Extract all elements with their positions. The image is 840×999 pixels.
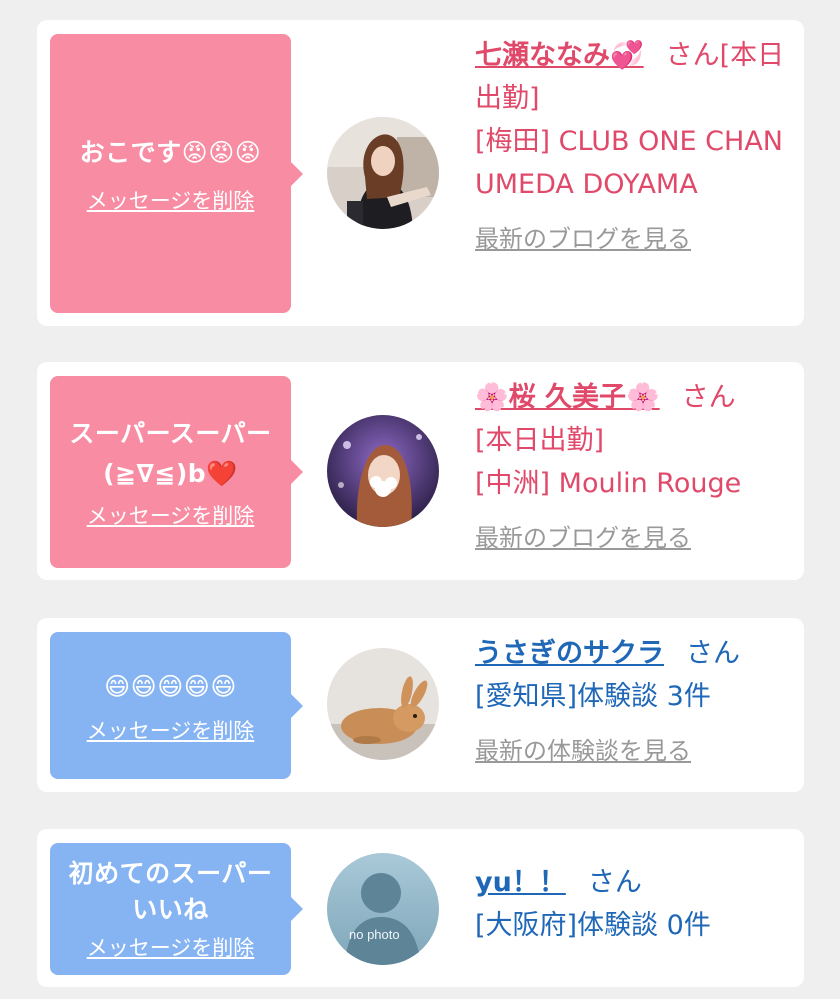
- delete-message-link[interactable]: メッセージを削除: [87, 500, 255, 530]
- sender-info: 🌸桜 久美子🌸 さん [本日出勤] [中洲] Moulin Rouge 最新のブロ…: [475, 376, 785, 560]
- latest-blog-link[interactable]: 最新のブログを見る: [475, 517, 691, 560]
- shop-name: [梅田] CLUB ONE CHAN UMEDA DOYAMA: [475, 126, 783, 200]
- notification-card: スーパースーパー (≧∇≦)b❤️ メッセージを削除 🌸桜 久美子🌸 さん [本日…: [37, 362, 804, 580]
- sender-name-link[interactable]: 七瀬ななみ💞: [475, 40, 644, 71]
- avatar[interactable]: no photo: [327, 853, 439, 965]
- latest-blog-link[interactable]: 最新のブログを見る: [475, 218, 691, 261]
- message-text: おこです😡😡😡: [79, 137, 262, 167]
- sender-info: 七瀬ななみ💞 さん[本日出勤] [梅田] CLUB ONE CHAN UMEDA …: [475, 34, 785, 261]
- sender-name-link[interactable]: 🌸桜 久美子🌸: [475, 382, 660, 413]
- review-count: [愛知県]体験談 3件: [475, 681, 711, 712]
- message-text: 初めてのスーパーいいね: [68, 859, 273, 924]
- notification-card: 初めてのスーパーいいね メッセージを削除 no photo yu！！ さん [大阪…: [37, 829, 804, 987]
- honorific: さん: [587, 867, 642, 898]
- sender-name-link[interactable]: うさぎのサクラ: [475, 638, 664, 669]
- delete-message-link[interactable]: メッセージを削除: [87, 715, 255, 745]
- sender-name-link[interactable]: yu！！: [475, 867, 566, 898]
- message-text: 😄😄😄😄😄: [104, 671, 237, 701]
- message-text: スーパースーパー (≧∇≦)b❤️: [69, 419, 272, 488]
- latest-review-link[interactable]: 最新の体験談を見る: [475, 730, 691, 773]
- avatar[interactable]: [327, 117, 439, 229]
- shop-name: [中洲] Moulin Rouge: [475, 468, 742, 499]
- avatar[interactable]: [327, 648, 439, 760]
- message-bubble: おこです😡😡😡 メッセージを削除: [50, 34, 303, 313]
- review-count: [大阪府]体験談 0件: [475, 910, 711, 941]
- work-status: [本日出勤]: [475, 425, 605, 456]
- honorific: さん: [665, 40, 720, 71]
- sender-info: うさぎのサクラ さん [愛知県]体験談 3件 最新の体験談を見る: [475, 632, 785, 773]
- sender-info: yu！！ さん [大阪府]体験談 0件: [475, 861, 785, 947]
- no-photo-label: no photo: [349, 927, 400, 942]
- message-bubble: スーパースーパー (≧∇≦)b❤️ メッセージを削除: [50, 376, 303, 568]
- message-bubble: 初めてのスーパーいいね メッセージを削除: [50, 843, 303, 975]
- avatar[interactable]: [327, 415, 439, 527]
- notification-card: 😄😄😄😄😄 メッセージを削除 うさぎのサクラ さん [愛知県]体験談 3件 最新の…: [37, 618, 804, 792]
- delete-message-link[interactable]: メッセージを削除: [87, 185, 255, 215]
- delete-message-link[interactable]: メッセージを削除: [87, 932, 255, 962]
- honorific: さん: [681, 382, 736, 413]
- message-bubble: 😄😄😄😄😄 メッセージを削除: [50, 632, 303, 779]
- honorific: さん: [686, 638, 740, 669]
- notification-card: おこです😡😡😡 メッセージを削除 七瀬ななみ💞 さん[本日出勤] [梅田] CLU…: [37, 20, 804, 326]
